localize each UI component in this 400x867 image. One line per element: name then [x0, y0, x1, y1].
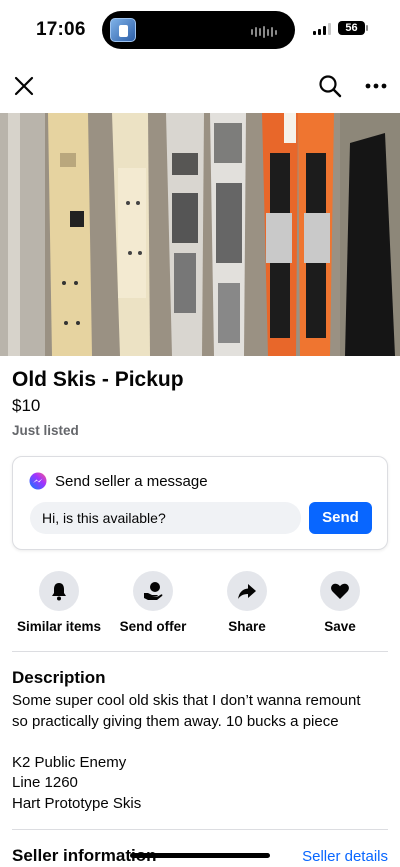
divider: [12, 829, 388, 830]
action-circle: [320, 571, 360, 611]
description-line: [12, 732, 388, 753]
listing-price: $10: [12, 396, 41, 415]
share-button[interactable]: Share: [199, 571, 295, 634]
search-button[interactable]: [316, 72, 344, 100]
skis-photo-illustration: [0, 113, 400, 356]
send-button[interactable]: Send: [309, 502, 372, 534]
share-icon: [238, 584, 256, 599]
message-input[interactable]: Hi, is this available?: [30, 502, 301, 534]
battery-indicator: 56: [338, 21, 368, 35]
send-offer-button[interactable]: Send offer: [105, 571, 201, 634]
messenger-icon: [29, 472, 47, 490]
more-icon: [365, 83, 387, 89]
seller-details-link[interactable]: Seller details: [302, 848, 388, 865]
listing-time: Just listed: [12, 423, 79, 438]
action-row: Similar items Send offer Share Save: [0, 571, 400, 637]
message-card-header: Send seller a message: [29, 472, 208, 490]
heart-icon: [331, 583, 349, 599]
description-line: so practically giving them away. 10 buck…: [12, 712, 339, 730]
action-circle: [227, 571, 267, 611]
divider: [12, 651, 388, 652]
home-indicator[interactable]: [130, 853, 270, 858]
app-icon: [110, 18, 136, 42]
description-line: K2 Public Enemy: [12, 753, 127, 771]
description-line: Hart Prototype Skis: [12, 794, 142, 812]
message-card-title: Send seller a message: [55, 472, 208, 490]
status-time: 17:06: [36, 19, 86, 40]
description-title: Description: [12, 668, 106, 687]
listing-photo[interactable]: [0, 113, 400, 356]
save-button[interactable]: Save: [292, 571, 388, 634]
more-button[interactable]: [362, 72, 390, 100]
action-label: Share: [228, 619, 266, 634]
action-label: Send offer: [119, 619, 187, 634]
action-circle: [39, 571, 79, 611]
status-bar: 17:06 56: [0, 0, 400, 56]
description-body: Some super cool old skis that I don’t wa…: [12, 691, 388, 814]
action-label: Save: [324, 619, 356, 634]
close-icon: [14, 76, 34, 96]
similar-items-button[interactable]: Similar items: [11, 571, 107, 634]
action-circle: [133, 571, 173, 611]
close-button[interactable]: [10, 72, 38, 100]
action-label: Similar items: [16, 619, 102, 634]
top-nav: [0, 66, 400, 106]
dynamic-island: [102, 11, 295, 49]
description-line: Some super cool old skis that I don’t wa…: [12, 692, 361, 709]
listing-title: Old Skis - Pickup: [12, 368, 184, 391]
message-seller-card: Send seller a message Hi, is this availa…: [12, 456, 388, 550]
audio-wave-icon: [251, 26, 277, 38]
signal-icon: [313, 23, 331, 35]
offer-icon: [144, 582, 163, 600]
bell-icon: [52, 583, 66, 601]
description-line: Line 1260: [12, 774, 78, 791]
search-icon: [319, 75, 342, 98]
